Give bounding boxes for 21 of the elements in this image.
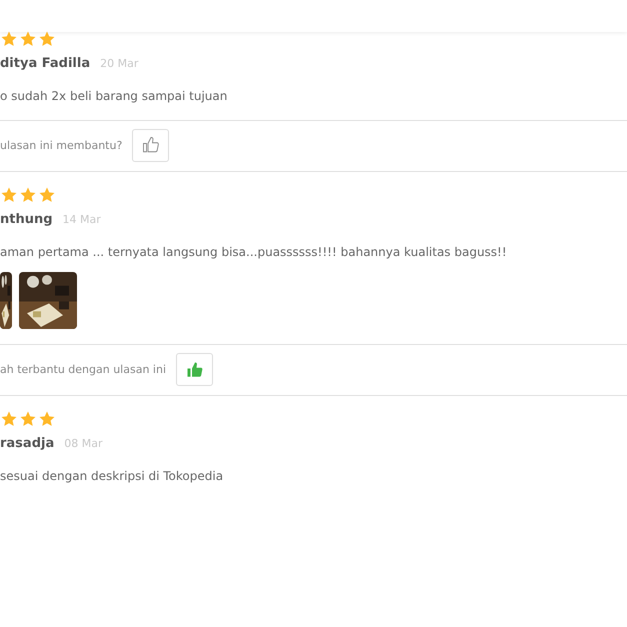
star-icon <box>19 410 37 428</box>
star-icon <box>38 410 56 428</box>
star-icon <box>0 30 18 48</box>
like-button[interactable] <box>132 128 170 162</box>
helpful-prompt: ah terbantu dengan ulasan ini <box>0 363 166 376</box>
like-button[interactable] <box>176 353 213 386</box>
star-icon <box>19 186 37 204</box>
review-text: o sudah 2x beli barang sampai tujuan <box>0 89 228 105</box>
review-text: aman pertama ... ternyata langsung bisa...puassssss!!!! bahannya kualitas baguss!! <box>0 244 508 260</box>
star-icon <box>38 30 56 48</box>
reviewer-name: ditya Fadilla <box>0 56 90 71</box>
star-icon <box>0 186 18 204</box>
helpful-prompt: ulasan ini membantu? <box>0 138 122 152</box>
review-text: sesuai dengan deskripsi di Tokopedia <box>0 469 224 485</box>
reviewer-name: nthung <box>0 212 53 227</box>
star-icon <box>19 30 37 48</box>
thumbs-up-icon <box>186 360 204 379</box>
star-icon <box>38 186 56 204</box>
star-icon <box>0 410 18 428</box>
thumbs-up-icon <box>142 136 160 154</box>
reviewer-name: rasadja <box>0 436 54 452</box>
